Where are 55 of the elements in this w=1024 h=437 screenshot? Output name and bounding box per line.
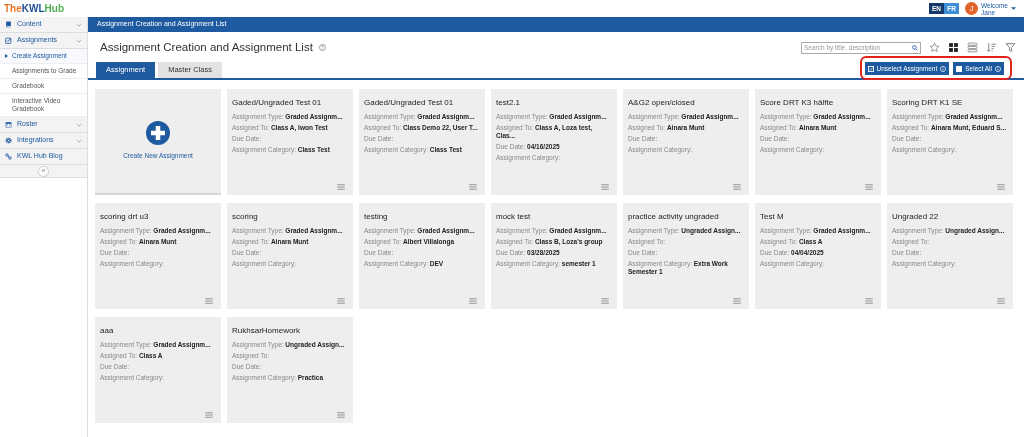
card-title: RukhsarHomework [232, 325, 302, 337]
menu-icon[interactable] [205, 298, 213, 304]
card-title: testing [364, 211, 389, 223]
filter-icon[interactable] [1005, 42, 1016, 53]
checkbox-icon [5, 37, 12, 44]
grid-view-icon[interactable] [948, 42, 959, 53]
card-title: Score DRT K3 hälfte [760, 97, 835, 109]
sort-icon[interactable] [986, 42, 997, 53]
chevron-icon [76, 122, 82, 127]
help-icon[interactable] [318, 44, 326, 51]
menu-icon[interactable] [205, 412, 213, 418]
collapse-button[interactable]: « [38, 165, 49, 177]
chevron-icon [76, 22, 82, 27]
calendar-icon [5, 121, 12, 128]
star-icon[interactable] [929, 42, 940, 53]
plus-icon [146, 121, 170, 146]
menu-icon[interactable] [337, 412, 345, 418]
chevron-icon [76, 38, 82, 43]
logo[interactable]: TheKWLHub [4, 1, 64, 16]
caret-icon[interactable] [1011, 7, 1016, 10]
card-title: Scoring DRT K1 SE [892, 97, 964, 109]
current-marker-icon [5, 54, 8, 58]
menu-icon[interactable] [997, 298, 1005, 304]
card-title: mock test [496, 211, 532, 223]
card-title: Ungraded 22 [892, 211, 940, 223]
menu-icon[interactable] [469, 184, 477, 190]
menu-icon[interactable] [865, 298, 873, 304]
menu-icon[interactable] [733, 298, 741, 304]
card-title: aaa [100, 325, 115, 337]
menu-icon[interactable] [601, 298, 609, 304]
page-title: Assignment Creation and Assignment List [100, 39, 313, 55]
book-icon [5, 21, 12, 28]
menu-icon[interactable] [733, 184, 741, 190]
list-view-icon[interactable] [967, 42, 978, 53]
info-icon [940, 65, 947, 72]
link-icon [5, 153, 12, 160]
card-title: Gaded/Ungraded Test 01 [364, 97, 455, 109]
gear-icon [5, 137, 12, 144]
card-title: test2.1 [496, 97, 521, 109]
menu-icon[interactable] [469, 298, 477, 304]
avatar[interactable]: J [965, 2, 978, 15]
menu-icon[interactable] [997, 184, 1005, 190]
card-title: practice activity ungraded [628, 211, 720, 223]
card-title: Test M [760, 211, 785, 223]
menu-icon[interactable] [337, 184, 345, 190]
card-title: A&G2 open/closed [628, 97, 696, 109]
info-icon [995, 65, 1001, 72]
search-icon [912, 44, 918, 51]
chevron-icon [76, 138, 82, 143]
card-title: scoring [232, 211, 259, 223]
menu-icon[interactable] [601, 184, 609, 190]
menu-icon[interactable] [865, 184, 873, 190]
card-title: Gaded/Ungraded Test 01 [232, 97, 323, 109]
card-title: scoring drt u3 [100, 211, 150, 223]
menu-icon[interactable] [337, 298, 345, 304]
